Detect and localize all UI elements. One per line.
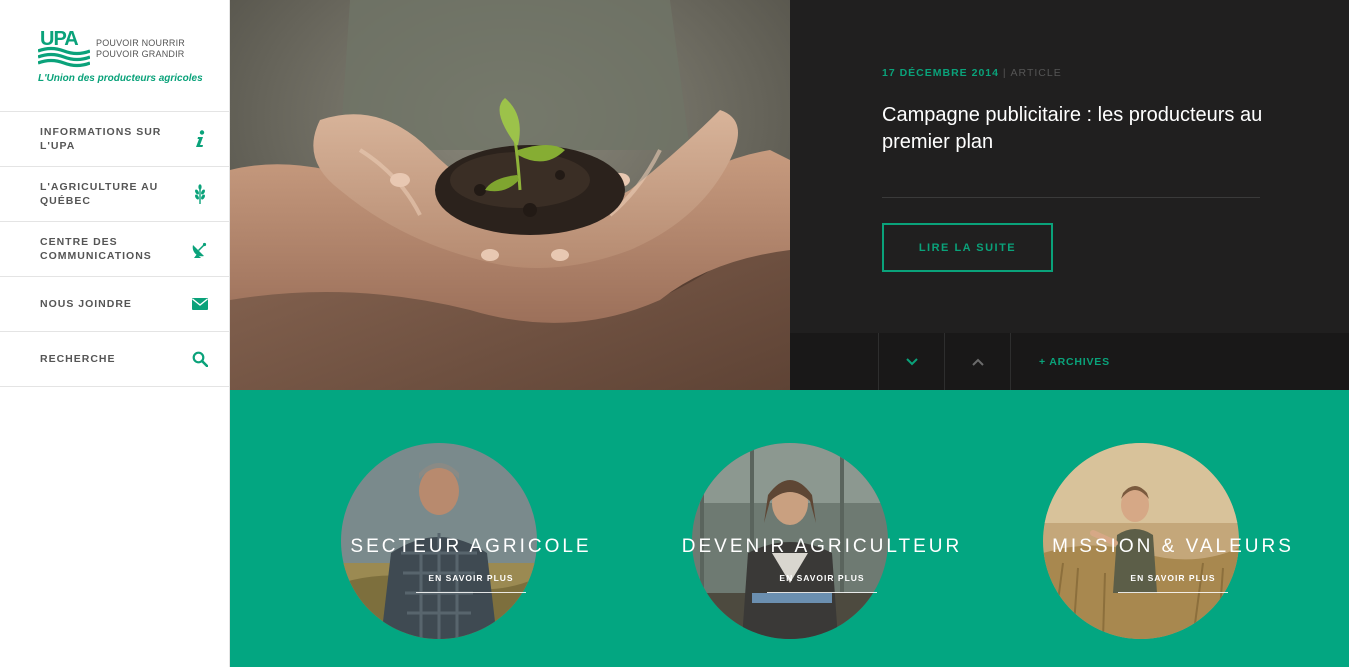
- search-icon: [191, 350, 209, 368]
- article-pager: + ARCHIVES: [790, 333, 1349, 390]
- nav-item-label: INFORMATIONS SUR L'UPA: [40, 126, 162, 152]
- logo-tagline-1: POUVOIR NOURRIR: [96, 38, 186, 48]
- info-icon: [191, 130, 209, 148]
- logo-subtitle: L'Union des producteurs agricoles: [38, 73, 203, 84]
- card-more-link[interactable]: EN SAVOIR PLUS: [321, 573, 621, 583]
- article-panel: 17 DÉCEMBRE 2014 | ARTICLE Campagne publ…: [790, 0, 1349, 390]
- upa-logo[interactable]: UPA POUVOIR NOURRIR POUVOIR GRANDIR L'Un…: [38, 28, 208, 90]
- card-more-link[interactable]: EN SAVOIR PLUS: [672, 573, 972, 583]
- card-underline: [767, 592, 877, 593]
- page: UPA POUVOIR NOURRIR POUVOIR GRANDIR L'Un…: [0, 0, 1349, 667]
- card-title: MISSION & VALEURS: [1052, 536, 1294, 557]
- nav-item-agriculture[interactable]: L'AGRICULTURE AU QUÉBEC: [0, 167, 230, 222]
- logo-tagline: POUVOIR NOURRIR POUVOIR GRANDIR: [96, 38, 185, 60]
- satellite-dish-icon: [191, 240, 209, 258]
- nav-item-label: L'AGRICULTURE AU QUÉBEC: [40, 181, 159, 207]
- nav-item-search[interactable]: RECHERCHE: [0, 332, 230, 387]
- chevron-up-icon: [971, 358, 984, 366]
- meta-separator: |: [1002, 67, 1007, 79]
- envelope-icon: [191, 295, 209, 313]
- article-divider: [882, 197, 1260, 198]
- hero-image: [230, 0, 790, 390]
- card-underline: [1118, 592, 1228, 593]
- sidebar: UPA POUVOIR NOURRIR POUVOIR GRANDIR L'Un…: [0, 0, 230, 667]
- card-underline: [416, 592, 526, 593]
- card-mission-valeurs[interactable]: MISSION & VALEURS EN SAVOIR PLUS: [1023, 443, 1323, 643]
- previous-article-button[interactable]: [944, 333, 1010, 390]
- nav-item-label: CENTRE DES COMMUNICATIONS: [40, 236, 152, 262]
- main-nav: INFORMATIONS SUR L'UPA L'AGRICULTURE AU …: [0, 112, 230, 387]
- hands-seedling-image: [230, 0, 790, 390]
- card-devenir-agriculteur[interactable]: DEVENIR AGRICULTEUR EN SAVOIR PLUS: [672, 443, 972, 643]
- nav-item-communications[interactable]: CENTRE DES COMMUNICATIONS: [0, 222, 230, 277]
- chevron-down-icon: [905, 357, 918, 365]
- article-date: 17 DÉCEMBRE 2014: [882, 67, 999, 79]
- card-title: SECTEUR AGRICOLE: [350, 536, 592, 557]
- article-type: ARTICLE: [1010, 67, 1062, 79]
- nav-item-label: RECHERCHE: [40, 353, 116, 365]
- archives-link[interactable]: + ARCHIVES: [1010, 333, 1140, 390]
- logo-tagline-2: POUVOIR GRANDIR: [96, 49, 185, 59]
- nav-item-informations[interactable]: INFORMATIONS SUR L'UPA: [0, 112, 230, 167]
- card-more-link[interactable]: EN SAVOIR PLUS: [1023, 573, 1323, 583]
- nav-item-contact[interactable]: NOUS JOINDRE: [0, 277, 230, 332]
- card-secteur-agricole[interactable]: SECTEUR AGRICOLE EN SAVOIR PLUS: [321, 443, 621, 643]
- wheat-icon: [191, 184, 209, 204]
- read-more-button[interactable]: LIRE LA SUITE: [882, 223, 1053, 272]
- logo-waves-icon: [38, 46, 90, 68]
- feature-band: SECTEUR AGRICOLE EN SAVOIR PLUS DEVENIR: [230, 390, 1349, 667]
- card-title: DEVENIR AGRICULTEUR: [681, 536, 963, 557]
- next-article-button[interactable]: [878, 333, 944, 390]
- article-meta: 17 DÉCEMBRE 2014 | ARTICLE: [882, 67, 1062, 79]
- nav-item-label: NOUS JOINDRE: [40, 298, 132, 310]
- article-title[interactable]: Campagne publicitaire : les producteurs …: [882, 102, 1282, 156]
